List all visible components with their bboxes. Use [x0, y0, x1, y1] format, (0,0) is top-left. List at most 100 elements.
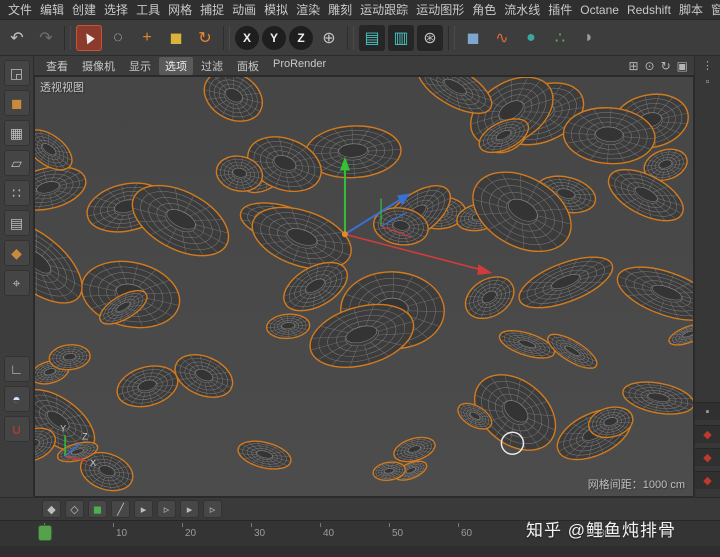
toolbar-button-glyph: ◗: [584, 29, 594, 47]
pla-button[interactable]: ╱: [111, 500, 130, 518]
menu-mograph[interactable]: 运动图形: [412, 1, 468, 18]
menu-pipeline[interactable]: 流水线: [500, 1, 544, 18]
zoom-view-icon[interactable]: ⊙: [645, 59, 655, 73]
model-mode-button[interactable]: ◼: [4, 90, 30, 116]
viewport-menu-prorender[interactable]: ProRender: [267, 57, 332, 75]
coordinate-system-toggle[interactable]: ⊕: [316, 25, 342, 51]
convert-editable-button[interactable]: ◲: [4, 60, 30, 86]
undo-icon[interactable]: ↶: [4, 25, 30, 51]
menu-render[interactable]: 渲染: [292, 1, 324, 18]
scale-track-toggle[interactable]: ▹: [157, 500, 176, 518]
toolbar-separator-1: [64, 26, 71, 50]
object-row-2[interactable]: ◆: [695, 448, 720, 466]
pan-view-icon[interactable]: ⊞: [628, 59, 638, 73]
workplane-mode-button[interactable]: ▱: [4, 150, 30, 176]
menu-mesh[interactable]: 网格: [164, 1, 196, 18]
viewport-scene[interactable]: YXZ: [35, 77, 693, 496]
axis-mode-button[interactable]: ⌖: [4, 270, 30, 296]
simulation-menu[interactable]: ∴: [547, 25, 573, 51]
polygons-mode-button[interactable]: ◆: [4, 240, 30, 266]
tick-mark: [251, 523, 252, 527]
mode-button-glyph: ◼: [11, 95, 23, 112]
redo-icon[interactable]: ↷: [33, 25, 59, 51]
render-view-button[interactable]: ▤: [359, 25, 385, 51]
toolbar-button-glyph: ⊛: [423, 28, 436, 48]
viewport-menu-display[interactable]: 显示: [123, 57, 157, 75]
magnet-snap-button[interactable]: ∪: [4, 416, 30, 442]
tick-label: 30: [254, 528, 265, 539]
menu-snap[interactable]: 捕捉: [196, 1, 228, 18]
spline-pen-menu[interactable]: ∿: [489, 25, 515, 51]
live-selection-tool[interactable]: ▲: [76, 25, 102, 51]
rotate-tool[interactable]: ↻: [192, 25, 218, 51]
menu-octane[interactable]: Octane: [576, 3, 623, 17]
parameter-track-toggle[interactable]: ▹: [203, 500, 222, 518]
animation-button-glyph: ▸: [187, 503, 193, 516]
selection-lasso-tool[interactable]: ◌: [105, 25, 131, 51]
volume-menu[interactable]: ◗: [576, 25, 602, 51]
render-picture-viewer-button[interactable]: ▥: [388, 25, 414, 51]
record-keyframe-button[interactable]: ◆: [42, 500, 61, 518]
menu-motion-tracker[interactable]: 运动跟踪: [356, 1, 412, 18]
rotation-track-toggle[interactable]: ▸: [180, 500, 199, 518]
object-row-3[interactable]: ◆: [695, 471, 720, 489]
timeline-tick: 20: [182, 521, 251, 546]
toolbar-button-glyph: ◌: [113, 29, 123, 47]
viewport-menu-view[interactable]: 查看: [40, 57, 74, 75]
animation-button-glyph: ▸: [141, 503, 147, 516]
primitive-cube-menu[interactable]: ◼: [460, 25, 486, 51]
viewport-menu-camera[interactable]: 摄像机: [76, 57, 121, 75]
lock-workplane-button[interactable]: ∟: [4, 356, 30, 382]
scale-tool[interactable]: ◼: [163, 25, 189, 51]
grid-spacing-label: 网格间距：1000 cm: [588, 476, 685, 492]
rotate-view-icon[interactable]: ↻: [661, 59, 671, 73]
viewport-panel: 查看 摄像机 显示 选项 过滤 面板 ProRender: [34, 56, 694, 497]
material-menu[interactable]: ●: [518, 25, 544, 51]
menu-sculpt[interactable]: 雕刻: [324, 1, 356, 18]
move-tool[interactable]: +: [134, 25, 160, 51]
timeline-playhead[interactable]: [38, 525, 52, 541]
viewport-canvas[interactable]: YXZ 透视视图 网格间距：1000 cm: [34, 76, 694, 497]
timeline-tick: 30: [251, 521, 320, 546]
menu-tools[interactable]: 工具: [132, 1, 164, 18]
menu-redshift[interactable]: Redshift: [623, 3, 675, 17]
menu-script[interactable]: 脚本: [675, 1, 707, 18]
toolbar-separator-4: [448, 26, 455, 50]
render-settings-button[interactable]: ⊛: [417, 25, 443, 51]
mode-button-glyph: ∟: [10, 361, 24, 377]
position-track-toggle[interactable]: ▸: [134, 500, 153, 518]
toolbar-button-glyph: X: [243, 31, 251, 45]
menu-select[interactable]: 选择: [100, 1, 132, 18]
viewport-corner-icons: ⊞ ⊙ ↻ ▣: [628, 59, 688, 73]
points-mode-button[interactable]: ∷: [4, 180, 30, 206]
menu-edit[interactable]: 编辑: [36, 1, 68, 18]
y-axis-toggle[interactable]: Y: [262, 26, 286, 50]
object-row-1[interactable]: ◆: [695, 425, 720, 443]
panel-row-header[interactable]: ▪: [695, 402, 720, 420]
autokey-toggle[interactable]: ◼: [88, 500, 107, 518]
menu-simulate[interactable]: 模拟: [260, 1, 292, 18]
viewport-label[interactable]: 透视视图: [40, 79, 84, 95]
keyframe-selection-button[interactable]: ◇: [65, 500, 84, 518]
z-axis-toggle[interactable]: Z: [289, 26, 313, 50]
viewport-menu-filter[interactable]: 过滤: [195, 57, 229, 75]
viewport-menu-panel[interactable]: 面板: [231, 57, 265, 75]
animation-button-glyph: ◇: [70, 503, 78, 516]
viewport-menu-options[interactable]: 选项: [159, 57, 193, 75]
toggle-layout-icon[interactable]: ▣: [677, 59, 688, 73]
panel-corner-icon[interactable]: ▫: [706, 76, 710, 88]
menu-animate[interactable]: 动画: [228, 1, 260, 18]
menu-file[interactable]: 文件: [4, 1, 36, 18]
panel-dots-icon[interactable]: ⋮: [702, 59, 713, 72]
snap-toggle-button[interactable]: ◓: [4, 386, 30, 412]
main-area: ◲ ◼ ▦ ▱ ∷ ▤: [0, 56, 720, 497]
menu-character[interactable]: 角色: [468, 1, 500, 18]
tick-label: 40: [323, 528, 334, 539]
edges-mode-button[interactable]: ▤: [4, 210, 30, 236]
menu-plugins[interactable]: 插件: [544, 1, 576, 18]
x-axis-toggle[interactable]: X: [235, 26, 259, 50]
menu-create[interactable]: 创建: [68, 1, 100, 18]
menu-window[interactable]: 窗口: [707, 1, 720, 18]
animation-button-glyph: ▹: [210, 503, 216, 516]
texture-mode-button[interactable]: ▦: [4, 120, 30, 146]
